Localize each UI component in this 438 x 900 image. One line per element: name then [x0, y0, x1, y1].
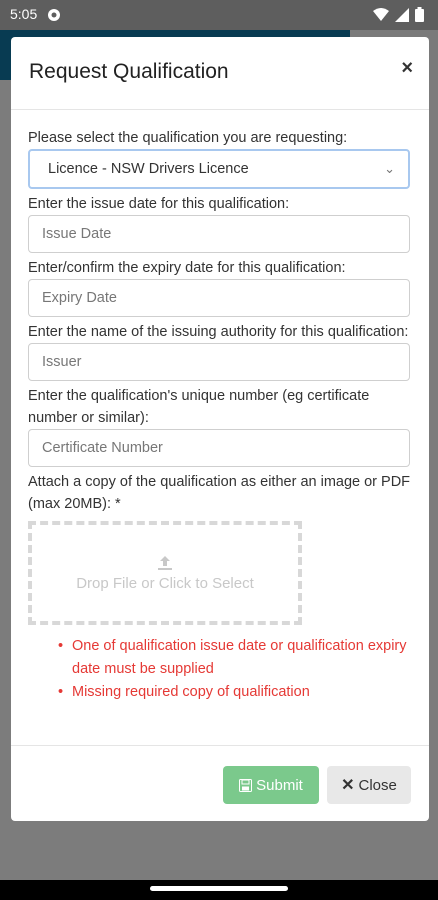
save-icon — [239, 778, 253, 792]
submit-label: Submit — [256, 776, 303, 794]
status-bar: 5:05 — [0, 0, 438, 30]
close-icon: ✕ — [341, 777, 355, 794]
status-time: 5:05 — [10, 6, 38, 22]
modal-body: Please select the qualification you are … — [28, 127, 412, 704]
close-label: Close — [358, 776, 397, 794]
chevron-down-icon: ⌄ — [384, 161, 395, 176]
attach-file-label: Attach a copy of the qualification as ei… — [28, 474, 411, 512]
wifi-icon — [373, 7, 389, 21]
close-button[interactable]: ✕ Close — [327, 766, 411, 804]
modal-header: Request Qualification × — [11, 37, 429, 110]
certificate-number-input[interactable]: Certificate Number — [28, 429, 410, 467]
battery-icon — [415, 7, 424, 22]
file-dropzone[interactable]: Drop File or Click to Select — [28, 521, 302, 625]
modal-title: Request Qualification — [29, 60, 229, 83]
upload-icon — [158, 555, 172, 570]
issue-date-input[interactable]: Issue Date — [28, 215, 410, 253]
issuer-input[interactable]: Issuer — [28, 343, 410, 381]
notification-icon — [48, 9, 60, 21]
certificate-number-label: Enter the qualification's unique number … — [28, 388, 370, 426]
expiry-date-label: Enter/confirm the expiry date for this q… — [28, 260, 346, 276]
home-gesture-pill[interactable] — [150, 886, 288, 891]
status-icons — [373, 7, 424, 22]
system-nav-bar — [0, 880, 438, 900]
submit-button[interactable]: Submit — [223, 766, 319, 804]
dropzone-text: Drop File or Click to Select — [76, 574, 254, 592]
error-message: One of qualification issue date or quali… — [58, 635, 412, 681]
request-qualification-modal: Request Qualification × Please select th… — [11, 37, 429, 821]
qualification-select-value: Licence - NSW Drivers Licence — [48, 161, 249, 177]
issuer-label: Enter the name of the issuing authority … — [28, 324, 409, 340]
expiry-date-input[interactable]: Expiry Date — [28, 279, 410, 317]
modal-footer: Submit ✕ Close — [11, 745, 429, 822]
issue-date-label: Enter the issue date for this qualificat… — [28, 196, 290, 212]
qualification-select[interactable]: Licence - NSW Drivers Licence ⌄ — [28, 149, 410, 189]
signal-icon — [395, 7, 409, 22]
error-message: Missing required copy of qualification — [58, 681, 412, 704]
qualification-label: Please select the qualification you are … — [28, 130, 348, 146]
error-list: One of qualification issue date or quali… — [58, 635, 412, 704]
close-icon[interactable]: × — [401, 57, 413, 80]
